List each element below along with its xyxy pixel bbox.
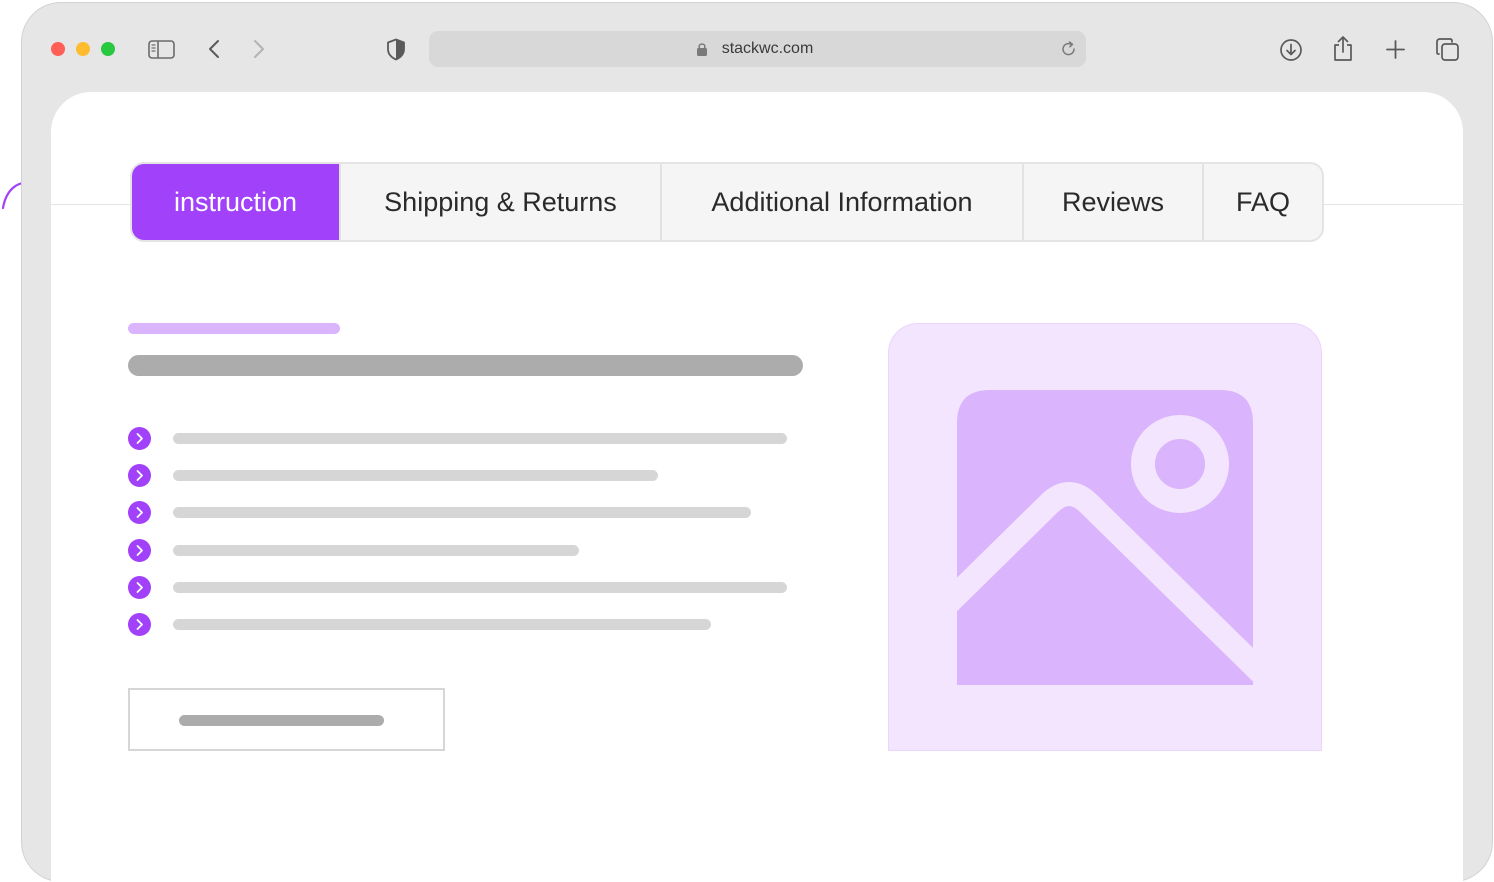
list-item-skeleton [173,433,787,444]
reload-icon[interactable] [1060,40,1078,58]
back-icon[interactable] [207,39,223,59]
list-bullet [128,464,151,487]
chevron-right-icon [136,507,143,518]
list-item-skeleton [173,507,751,518]
tabs-overview-icon[interactable] [1435,37,1460,62]
list-bullet [128,501,151,524]
address-bar[interactable]: stackwc.com [429,31,1086,67]
image-placeholder-icon [957,390,1253,685]
tab-instruction[interactable]: instruction [132,164,339,240]
list-bullet [128,539,151,562]
list-bullet [128,427,151,450]
list-item-skeleton [173,545,579,556]
tabs-divider-right [1324,204,1463,205]
forward-icon[interactable] [250,39,266,59]
cta-button[interactable] [128,688,445,751]
list-bullet [128,576,151,599]
tab-shipping-returns[interactable]: Shipping & Returns [339,164,660,240]
close-window-button[interactable] [51,42,65,56]
list-bullet [128,613,151,636]
chevron-right-icon [136,433,143,444]
cta-label-skeleton [179,715,384,726]
url-text[interactable]: stackwc.com [429,31,1086,67]
heading-skeleton [128,355,803,376]
new-tab-icon[interactable] [1385,39,1406,60]
tabs-divider-left [51,204,131,205]
share-icon[interactable] [1332,35,1354,62]
chevron-right-icon [136,545,143,556]
product-tabs: instruction Shipping & Returns Additiona… [130,162,1324,242]
product-image-placeholder [888,323,1322,751]
chevron-right-icon [136,619,143,630]
tab-additional-information[interactable]: Additional Information [660,164,1022,240]
minimize-window-button[interactable] [76,42,90,56]
zoom-window-button[interactable] [101,42,115,56]
sidebar-icon[interactable] [148,40,175,59]
list-item-skeleton [173,470,658,481]
list-item-skeleton [173,619,711,630]
list-item-skeleton [173,582,787,593]
chevron-right-icon [136,582,143,593]
tab-faq[interactable]: FAQ [1202,164,1322,240]
shield-icon[interactable] [386,38,406,61]
eyebrow-skeleton [128,323,340,334]
download-icon[interactable] [1279,38,1303,62]
tab-reviews[interactable]: Reviews [1022,164,1202,240]
chevron-right-icon [136,470,143,481]
